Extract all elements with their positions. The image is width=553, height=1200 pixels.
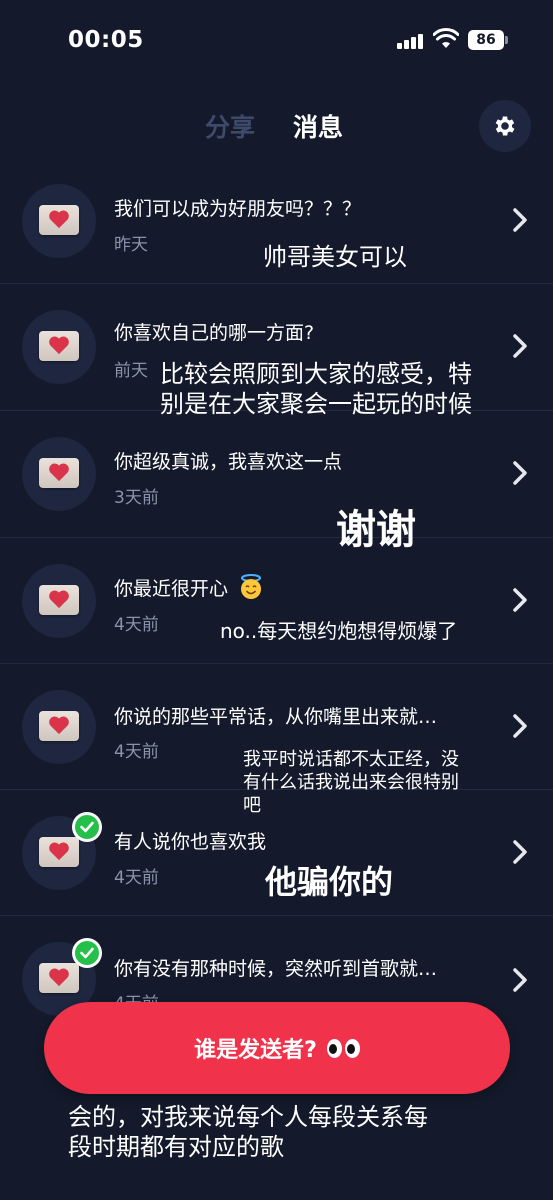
annotation-reply-1: 帅哥美女可以 <box>263 243 407 271</box>
heart-envelope-icon <box>22 184 96 258</box>
annotation-reply-4: no..每天想约炮想得烦爆了 <box>220 619 458 643</box>
message-time: 前天 <box>114 361 148 381</box>
heart-envelope-icon <box>22 564 96 638</box>
chevron-right-icon <box>513 208 527 232</box>
annotation-reply-2: 比较会照顾到大家的感受，特 别是在大家聚会一起玩的时候 <box>160 359 472 419</box>
annotation-reply-7-line2: 段时期都有对应的歌 <box>68 1133 284 1161</box>
wifi-icon <box>433 28 459 48</box>
who-is-sender-label: 谁是发送者? <box>194 1038 317 1063</box>
annotation-reply-2-line1: 比较会照顾到大家的感受，特 <box>160 360 472 388</box>
battery-indicator: 86 <box>468 30 504 50</box>
message-title: 你最近很开心 <box>114 574 264 601</box>
annotation-reply-2-line2: 别是在大家聚会一起玩的时候 <box>160 390 472 418</box>
check-circle-icon <box>72 812 102 842</box>
inbox-screen: 00:05 86 分享 消息 我们可以成为好朋友吗？？？ 昨天 你喜欢自己的哪一… <box>0 0 553 1200</box>
annotation-reply-5-line1: 我平时说话都不太正经，没 <box>243 749 459 770</box>
who-is-sender-button[interactable]: 谁是发送者? <box>44 1002 510 1094</box>
message-title: 你说的那些平常话，从你嘴里出来就… <box>114 706 438 728</box>
signal-icon <box>397 33 425 49</box>
annotation-reply-7: 会的，对我来说每个人每段关系每 段时期都有对应的歌 <box>68 1102 428 1162</box>
message-time: 4天前 <box>114 615 159 635</box>
message-title: 你喜欢自己的哪一方面? <box>114 322 315 344</box>
battery-tip <box>505 36 508 44</box>
message-time: 3天前 <box>114 488 159 508</box>
status-bar: 00:05 86 <box>0 0 553 80</box>
message-time: 4天前 <box>114 742 159 762</box>
message-title: 你超级真诚，我喜欢这一点 <box>114 451 343 473</box>
chevron-right-icon <box>513 840 527 864</box>
message-time: 昨天 <box>114 235 148 255</box>
eyes-emoji <box>326 1038 360 1058</box>
annotation-reply-3: 谢谢 <box>336 507 416 553</box>
annotation-reply-5-line2: 有什么话我说出来会很特别 <box>243 772 459 793</box>
chevron-right-icon <box>513 461 527 485</box>
message-title-text: 你最近很开心 <box>114 578 229 600</box>
smiling-face-with-halo-emoji <box>241 574 262 599</box>
annotation-reply-6: 他骗你的 <box>265 863 394 901</box>
chevron-right-icon <box>513 334 527 358</box>
chevron-right-icon <box>513 588 527 612</box>
annotation-reply-7-line1: 会的，对我来说每个人每段关系每 <box>68 1103 428 1131</box>
tab-share[interactable]: 分享 <box>205 108 255 144</box>
chevron-right-icon <box>513 968 527 992</box>
heart-envelope-icon <box>22 812 102 890</box>
message-row[interactable]: 你最近很开心 4天前 <box>0 538 553 664</box>
annotation-reply-5-line3: 吧 <box>243 795 261 816</box>
annotation-reply-5: 我平时说话都不太正经，没 有什么话我说出来会很特别 吧 <box>243 748 459 817</box>
heart-envelope-icon <box>22 690 96 764</box>
message-row[interactable]: 你超级真诚，我喜欢这一点 3天前 <box>0 411 553 537</box>
tab-messages[interactable]: 消息 <box>293 108 343 144</box>
message-title: 我们可以成为好朋友吗？？？ <box>114 198 362 220</box>
chevron-right-icon <box>513 714 527 738</box>
settings-button[interactable] <box>479 100 531 152</box>
message-title: 有人说你也喜欢我 <box>114 831 267 853</box>
gear-icon <box>495 116 515 136</box>
heart-envelope-icon <box>22 310 96 384</box>
check-circle-icon <box>72 938 102 968</box>
message-title: 你有没有那种时候，突然听到首歌就… <box>114 958 438 980</box>
heart-envelope-icon <box>22 437 96 511</box>
message-time: 4天前 <box>114 868 159 888</box>
status-time: 00:05 <box>68 27 144 53</box>
